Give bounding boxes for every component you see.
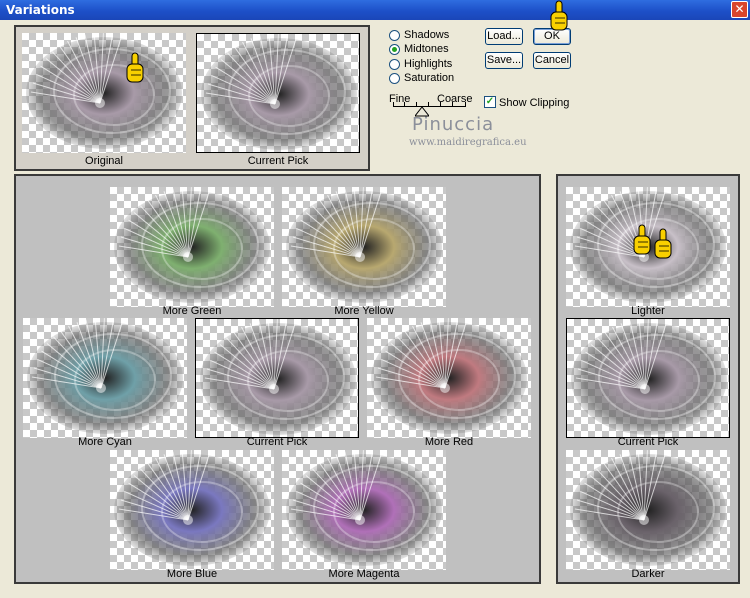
coarse-label: Coarse: [437, 93, 473, 105]
swirl-artwork: [371, 318, 527, 434]
close-icon[interactable]: ✕: [731, 1, 748, 18]
current-pick-preview: [196, 33, 360, 153]
radio-shadows[interactable]: Shadows: [389, 28, 449, 42]
more-red-caption: More Red: [424, 436, 474, 448]
darker-thumbnail[interactable]: [566, 450, 730, 570]
swirl-artwork: [26, 33, 182, 149]
swirl-artwork: [286, 187, 442, 303]
swirl-artwork: [286, 450, 442, 566]
pointing-hand-icon: [633, 224, 651, 255]
more-yellow-caption: More Yellow: [334, 305, 394, 317]
variations-dialog: Variations ✕ Original Current Pick Shado…: [0, 0, 750, 598]
brightness-current-pick-caption: Current Pick: [617, 436, 679, 448]
radio-label: Shadows: [404, 29, 450, 41]
swirl-artwork: [201, 34, 357, 150]
slider-tick: [465, 102, 466, 107]
watermark-name: Pinuccia: [412, 114, 495, 135]
more-magenta-caption: More Magenta: [328, 568, 400, 580]
more-blue-caption: More Blue: [166, 568, 218, 580]
more-cyan-caption: More Cyan: [78, 436, 132, 448]
cancel-button[interactable]: Cancel: [533, 52, 571, 69]
more-cyan-thumbnail[interactable]: [23, 318, 187, 438]
slider-tick: [452, 102, 453, 107]
load-button[interactable]: Load...: [485, 28, 523, 45]
original-thumbnail: [22, 33, 186, 153]
more-magenta-thumbnail[interactable]: [282, 450, 446, 570]
save-button[interactable]: Save...: [485, 52, 523, 69]
swirl-artwork: [570, 450, 726, 566]
original-caption: Original: [85, 155, 123, 167]
pointing-hand-icon: [550, 0, 568, 31]
current-pick-preview-caption: Current Pick: [247, 155, 309, 167]
watermark-url: www.maidiregrafica.eu: [409, 137, 527, 148]
current-pick-caption: Current Pick: [246, 436, 308, 448]
brightness-current-pick-thumbnail[interactable]: [566, 318, 730, 438]
slider-tick: [440, 102, 441, 107]
radio-label: Highlights: [404, 58, 453, 70]
swirl-artwork: [571, 319, 727, 435]
slider-tick: [404, 102, 405, 107]
swirl-artwork: [114, 187, 270, 303]
swirl-artwork: [27, 318, 183, 434]
radio-saturation[interactable]: Saturation: [389, 71, 454, 85]
radio-circle[interactable]: [389, 58, 400, 70]
current-pick-thumbnail[interactable]: [195, 318, 359, 438]
window-title: Variations: [6, 3, 75, 17]
radio-midtones[interactable]: Midtones: [389, 42, 449, 56]
pointing-hand-icon: [126, 52, 144, 83]
radio-circle[interactable]: [389, 72, 400, 84]
radio-label: Saturation: [404, 72, 455, 84]
swirl-artwork: [114, 450, 270, 566]
show-clipping-checkbox[interactable]: ✓: [484, 96, 496, 108]
radio-label: Midtones: [404, 43, 449, 55]
radio-highlights[interactable]: Highlights: [389, 57, 452, 71]
more-blue-thumbnail[interactable]: [110, 450, 274, 570]
slider-tick: [393, 102, 394, 107]
radio-circle[interactable]: [389, 43, 400, 55]
more-green-caption: More Green: [162, 305, 222, 317]
darker-caption: Darker: [631, 568, 665, 580]
lighter-caption: Lighter: [631, 305, 665, 317]
title-bar: Variations ✕: [0, 0, 750, 20]
more-yellow-thumbnail[interactable]: [282, 187, 446, 307]
more-green-thumbnail[interactable]: [110, 187, 274, 307]
more-red-thumbnail[interactable]: [367, 318, 531, 438]
pointing-hand-icon: [654, 228, 672, 259]
show-clipping-label: Show Clipping: [499, 97, 570, 109]
swirl-artwork: [200, 319, 356, 435]
preview-panel: Original Current Pick: [14, 25, 370, 171]
color-variations-panel: More Green More Yellow More Cyan Current…: [14, 174, 541, 584]
radio-circle[interactable]: [389, 29, 400, 41]
